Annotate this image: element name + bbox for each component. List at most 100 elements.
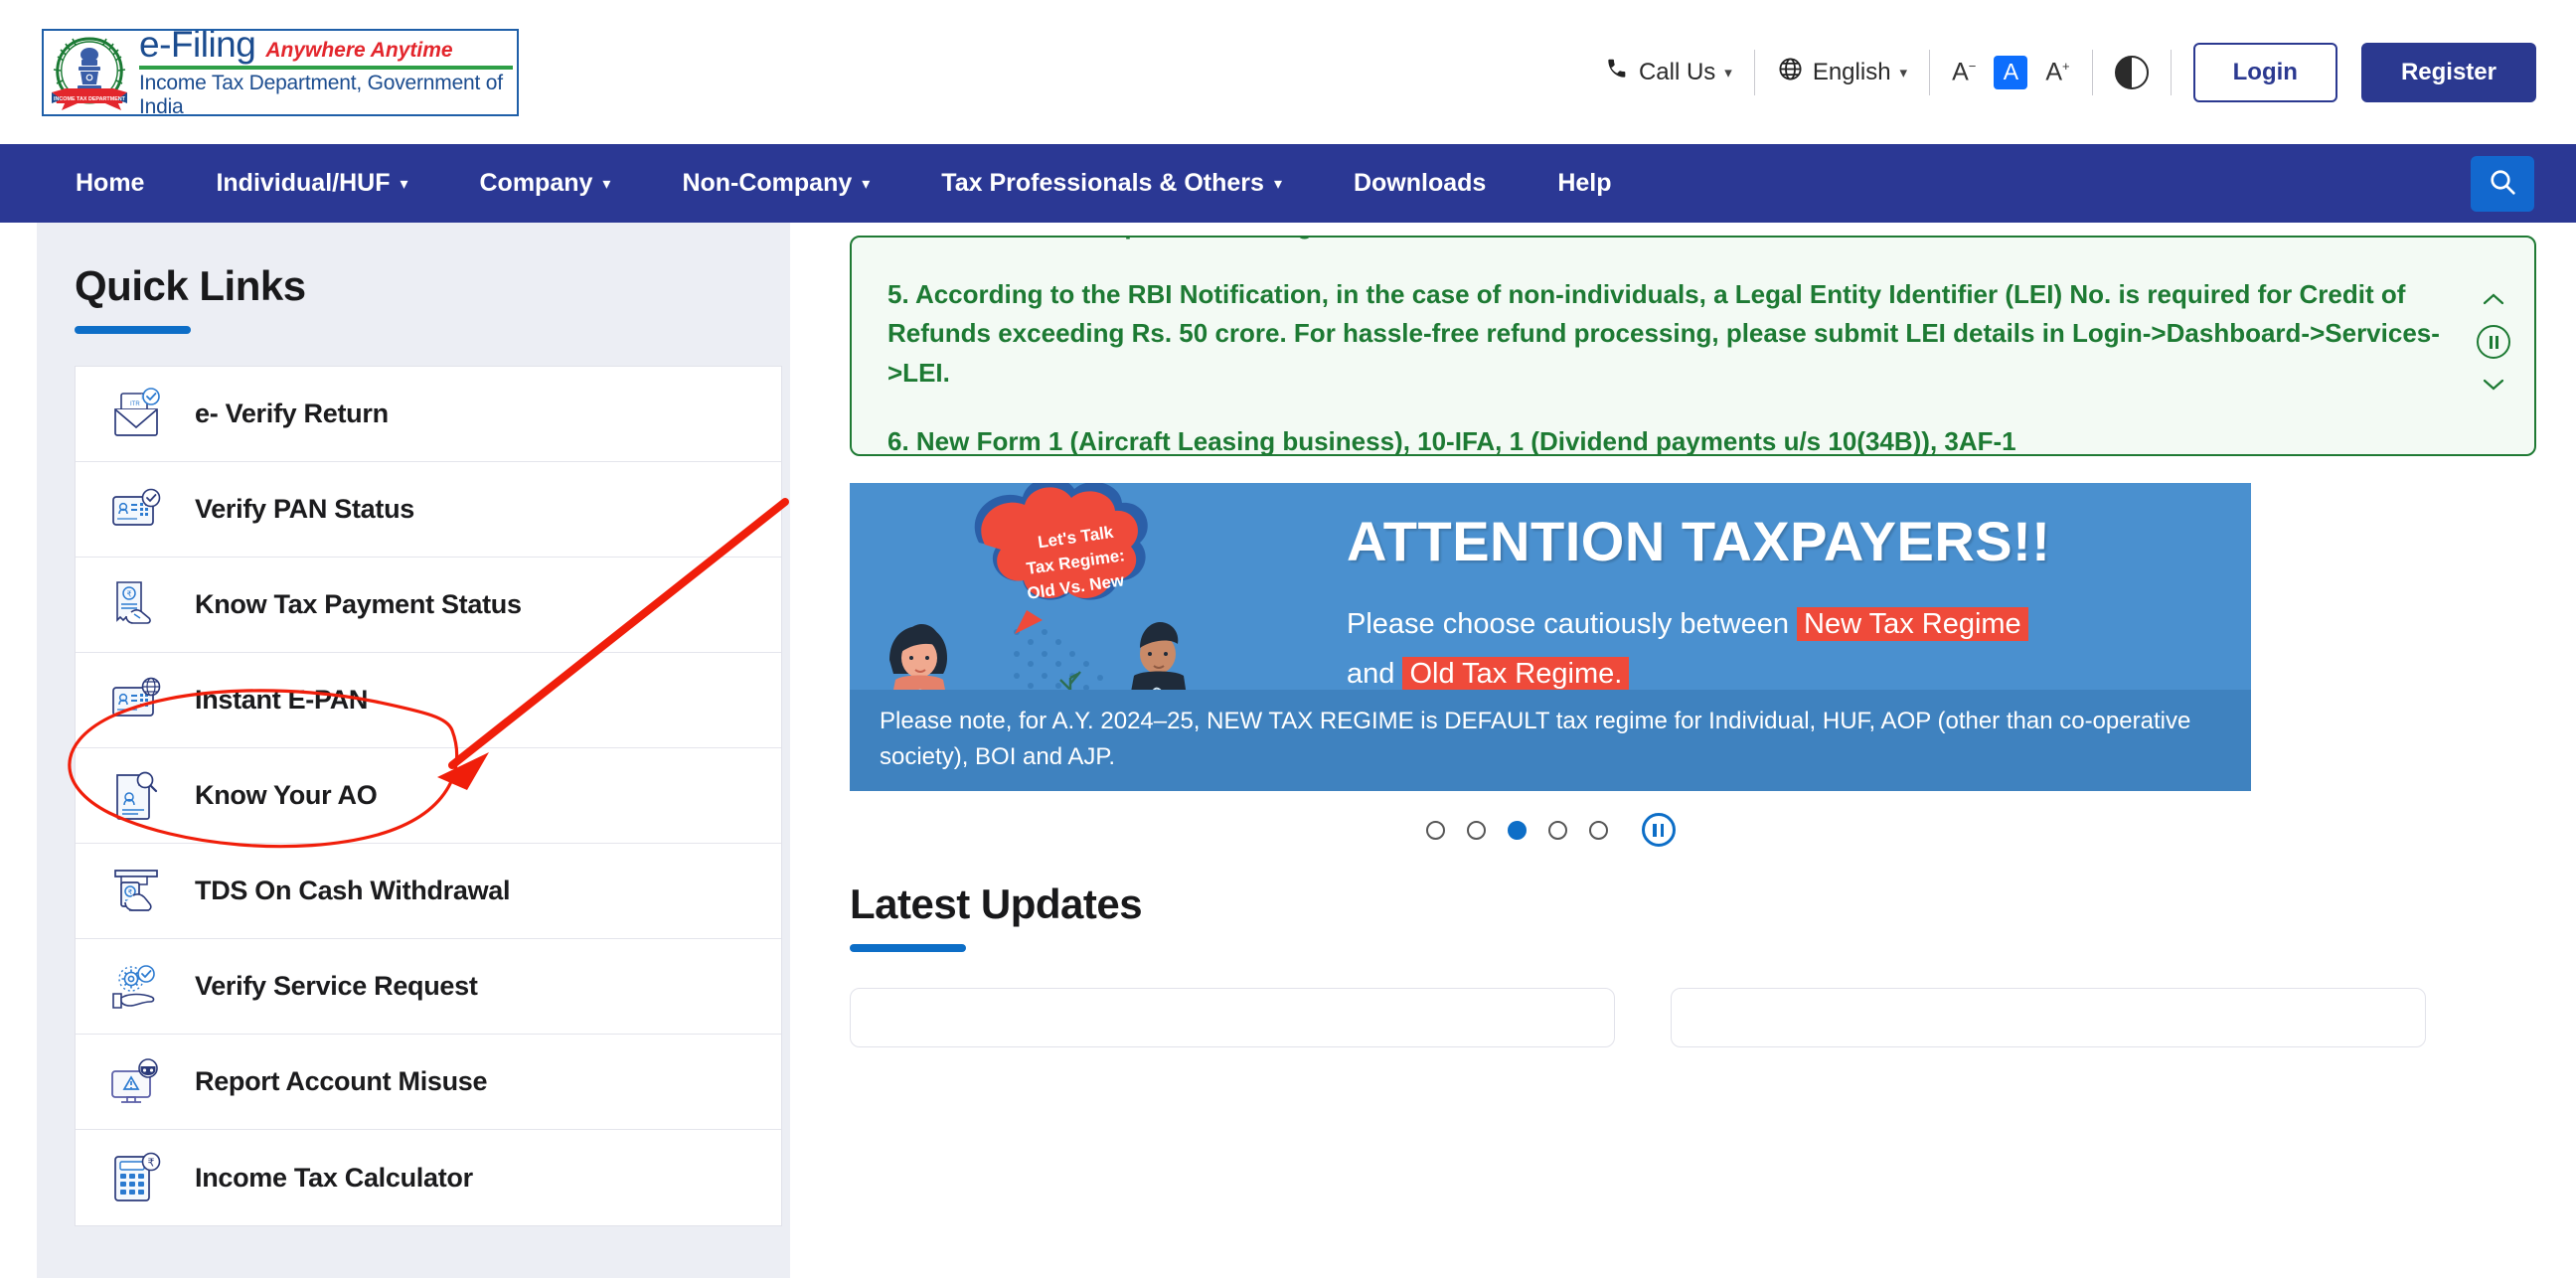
nav-label: Tax Professionals & Others [941,169,1264,197]
sidebar-item-label: TDS On Cash Withdrawal [195,876,511,905]
sidebar-item-verify-pan-status[interactable]: Verify PAN Status [76,462,781,558]
banner-line-2-highlight: Old Tax Regime. [1402,656,1630,691]
banner-line-1: Please choose cautiously between New Tax… [1347,603,2229,647]
banner-line-1-pre: Please choose cautiously between [1347,608,1798,640]
font-increase-label: A [2045,58,2063,86]
title-underline [75,326,191,334]
register-button[interactable]: Register [2360,42,2536,102]
document-person-search-icon [105,765,167,827]
carousel-dot-4[interactable] [1547,820,1567,840]
language-selector[interactable]: English ▾ [1755,56,1929,89]
sidebar-item-know-your-ao[interactable]: Know Your AO [76,748,781,844]
carousel-dot-2[interactable] [1466,820,1486,840]
font-increase-button[interactable]: A+ [2045,60,2069,84]
svg-text:₹: ₹ [148,1158,155,1170]
sidebar-item-label: e- Verify Return [195,399,389,428]
id-card-globe-icon [105,670,167,731]
sidebar-item-label: Report Account Misuse [195,1066,488,1096]
latest-updates-cards [850,988,2536,1047]
call-us-label: Call Us [1638,58,1716,85]
brand-divider [139,65,513,70]
banner-line-1-highlight: New Tax Regime [1797,607,2028,641]
nav-item-downloads[interactable]: Downloads [1318,169,1522,198]
promo-banner[interactable]: Let's Talk Tax Regime: Old Vs. New ATTEN… [850,483,2251,791]
chevron-down-icon: ▾ [1724,64,1732,81]
sidebar-item-label: Know Your AO [195,780,378,810]
nav-label: Home [76,169,145,197]
nav-item-individual-huf[interactable]: Individual/HUF ▾ [180,169,443,198]
ticker-controls [2477,287,2510,397]
site-logo[interactable]: सत्यमेव जयते INCOME TAX DEPARTMENT e-Fil… [42,28,519,116]
nav-item-tax-professionals[interactable]: Tax Professionals & Others ▾ [905,169,1318,198]
sidebar-item-label: Income Tax Calculator [195,1162,473,1193]
sidebar-item-label: Instant E-PAN [195,685,369,715]
carousel-pause-icon[interactable] [1641,813,1676,847]
brand-tagline: Anywhere Anytime [265,38,453,62]
chevron-down-icon[interactable] [2482,373,2505,397]
login-button[interactable]: Login [2192,42,2337,102]
font-normal-label: A [2003,59,2019,84]
notification-ticker: 4. For best results, please use Edge, Ch… [850,236,2536,456]
nav-label: Help [1557,169,1612,197]
sidebar-item-label: Verify Service Request [195,971,478,1001]
monitor-warning-mask-icon [105,1051,167,1113]
sidebar-item-instant-epan[interactable]: Instant E-PAN [76,653,781,748]
carousel-dot-3[interactable] [1507,820,1527,840]
ticker-line: 4. For best results, please use Edge, Ch… [887,238,2445,245]
sidebar-item-label: Know Tax Payment Status [195,589,522,619]
chevron-down-icon: ▾ [862,175,871,193]
chevron-down-icon: ▾ [1899,64,1908,81]
banner-note: Please note, for A.Y. 2024–25, NEW TAX R… [850,690,2251,791]
font-decrease-button[interactable]: A− [1952,60,1976,84]
top-right-controls: Call Us ▾ English ▾ A− A A+ Login Regist… [1582,42,2536,102]
ticker-line: 5. According to the RBI Notification, in… [887,278,2440,388]
brand-title: e-Filing [139,28,256,65]
nav-item-company[interactable]: Company ▾ [444,169,647,198]
font-normal-button[interactable]: A [1994,55,2028,89]
carousel-dot-5[interactable] [1588,820,1608,840]
nav-label: Downloads [1353,169,1487,197]
language-label: English [1812,58,1891,85]
sidebar-item-tds-cash-withdrawal[interactable]: ₹ TDS On Cash Withdrawal [76,844,781,939]
contrast-icon[interactable] [2114,55,2149,89]
ticker-scroll-region: 4. For best results, please use Edge, Ch… [887,238,2445,454]
font-size-controls: A− A A+ [1930,55,2092,89]
chevron-down-icon: ▾ [1273,175,1282,193]
atm-cash-hand-icon: ₹ [105,861,167,922]
carousel-controls [850,813,2251,847]
quick-links-panel: Quick Links ITR e- Verify Return Verify … [37,223,790,1278]
nav-item-non-company[interactable]: Non-Company ▾ [646,169,905,198]
top-utility-bar: सत्यमेव जयते INCOME TAX DEPARTMENT e-Fil… [0,0,2576,144]
globe-icon [1777,56,1804,89]
banner-title: ATTENTION TAXPAYERS!! [1347,510,2051,572]
search-button[interactable] [2471,156,2534,212]
national-emblem-icon: सत्यमेव जयते INCOME TAX DEPARTMENT [46,31,133,114]
carousel-dot-1[interactable] [1425,820,1445,840]
svg-text:₹: ₹ [126,589,131,598]
brand-subtitle: Income Tax Department, Government of Ind… [139,71,503,116]
nav-label: Company [479,169,593,197]
chevron-down-icon: ▾ [602,175,611,193]
call-us-menu[interactable]: Call Us ▾ [1582,56,1754,88]
gear-check-hand-icon [105,956,167,1018]
font-decrease-label: A [1952,58,1969,86]
latest-update-card[interactable] [1671,988,2426,1047]
nav-item-home[interactable]: Home [40,169,180,198]
pause-icon[interactable] [2477,325,2510,359]
sidebar-item-everify-return[interactable]: ITR e- Verify Return [76,367,781,462]
banner-line-2-pre: and [1347,657,1403,690]
svg-text:ITR: ITR [130,401,140,407]
sidebar-item-label: Verify PAN Status [195,494,414,524]
sidebar-item-verify-service-request[interactable]: Verify Service Request [76,939,781,1035]
quick-links-list: ITR e- Verify Return Verify PAN Status ₹… [75,366,782,1226]
chevron-up-icon[interactable] [2482,287,2505,311]
latest-update-card[interactable] [850,988,1615,1047]
sidebar-item-know-tax-payment-status[interactable]: ₹ Know Tax Payment Status [76,558,781,653]
sidebar-item-income-tax-calculator[interactable]: ₹ Income Tax Calculator [76,1130,781,1225]
latest-updates-underline [850,944,966,952]
phone-icon [1604,56,1630,88]
page-title: Quick Links [75,262,306,309]
calculator-rupee-icon: ₹ [105,1147,167,1208]
sidebar-item-report-account-misuse[interactable]: Report Account Misuse [76,1035,781,1130]
nav-item-help[interactable]: Help [1522,169,1647,198]
